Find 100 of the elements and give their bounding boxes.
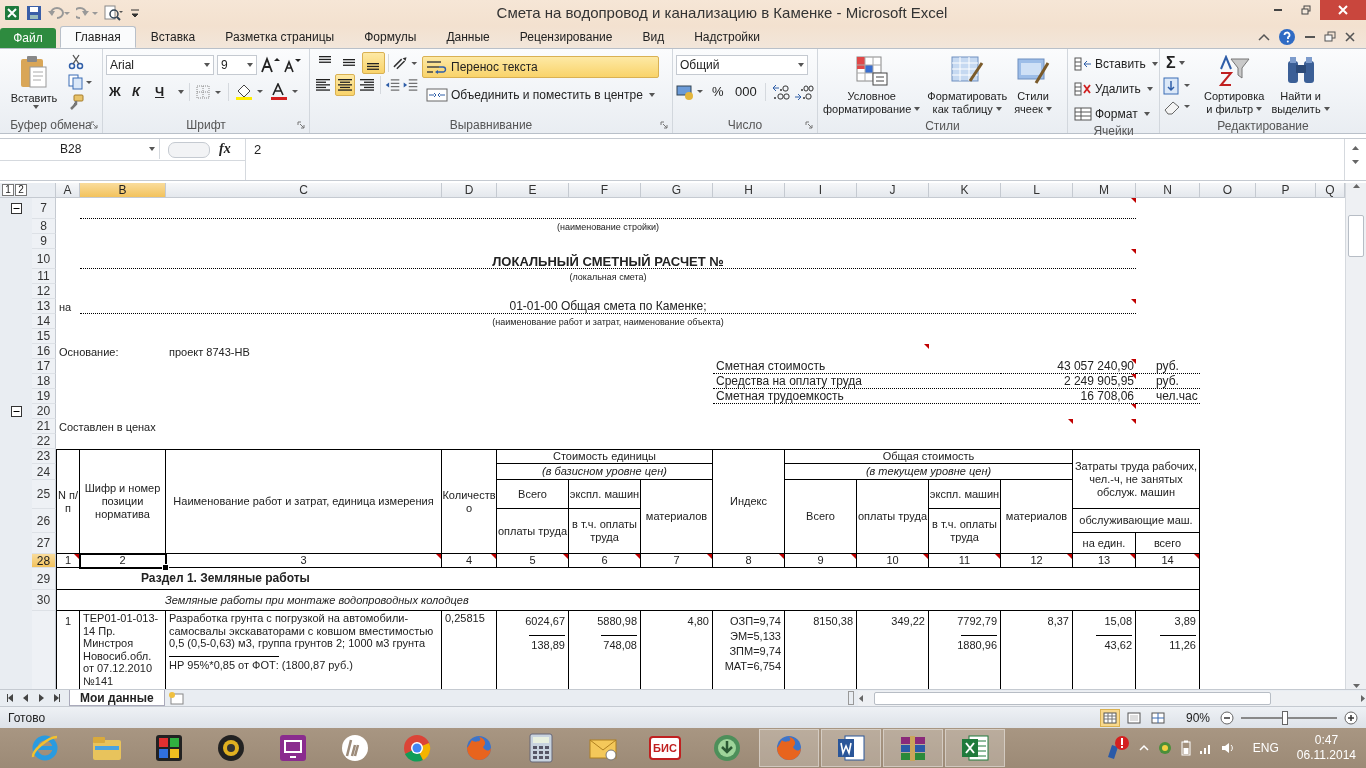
network-icon[interactable] (1156, 740, 1173, 757)
scrollbar-thumb[interactable] (1348, 215, 1364, 258)
print-preview-icon[interactable] (104, 4, 124, 21)
italic-button[interactable]: К (129, 80, 149, 103)
caret-icon[interactable] (149, 146, 155, 151)
dialog-launcher-icon[interactable] (660, 120, 668, 129)
row-header[interactable]: 21 (32, 419, 56, 435)
collapse-group-icon[interactable] (10, 203, 22, 215)
row-header[interactable]: 27 (32, 533, 56, 555)
fill-color-icon[interactable] (234, 82, 266, 101)
sheet-tab[interactable]: Мои данные (69, 690, 165, 707)
row-header[interactable]: 24 (32, 464, 56, 481)
row-header[interactable]: 28 (32, 554, 56, 569)
formula-bar-divider-handle[interactable] (168, 141, 210, 158)
outline-level-button[interactable]: 1 (2, 184, 14, 197)
column-header[interactable]: G (641, 183, 713, 199)
currency-icon[interactable] (676, 82, 706, 101)
column-header[interactable]: E (497, 183, 569, 199)
dialog-launcher-icon[interactable] (90, 120, 98, 129)
row-header[interactable]: 12 (32, 284, 56, 300)
row-header[interactable]: 10 (32, 249, 56, 270)
column-header[interactable]: M (1073, 183, 1136, 199)
sheet-nav-icon[interactable] (6, 693, 16, 704)
ribbon-tab[interactable]: Вид (627, 25, 680, 48)
row-header[interactable]: 9 (32, 234, 56, 250)
horizontal-scrollbar[interactable] (858, 690, 1366, 706)
merge-center-button[interactable]: Объединить и поместить в центре (422, 83, 659, 106)
ribbon-tab[interactable]: Данные (431, 25, 505, 48)
excel-logo-icon[interactable] (4, 4, 20, 21)
sheet-nav-icon[interactable] (36, 693, 46, 704)
battery-icon[interactable] (1180, 740, 1191, 757)
row-header[interactable]: 18 (32, 374, 56, 390)
decrease-indent-icon[interactable] (383, 76, 401, 93)
column-header[interactable]: B (80, 183, 166, 199)
row-header[interactable]: 16 (32, 344, 56, 360)
column-header[interactable]: P (1256, 183, 1316, 199)
font-size-field[interactable]: 9 (217, 54, 257, 75)
ribbon-tab[interactable]: Надстройки (679, 25, 775, 48)
sheet-nav-icon[interactable] (21, 693, 31, 704)
scroll-left-icon[interactable] (858, 693, 864, 703)
vertical-scrollbar[interactable] (1345, 183, 1366, 690)
editing-button[interactable]: Найти и выделить (1269, 51, 1332, 119)
taskbar-button[interactable]: БИС (635, 729, 695, 768)
row-header[interactable]: 19 (32, 389, 56, 405)
row-header[interactable]: 11 (32, 269, 56, 285)
dialog-launcher-icon[interactable] (297, 120, 305, 129)
row-header[interactable]: 8 (32, 219, 56, 235)
row-header[interactable]: 30 (32, 590, 56, 612)
grow-font-icon[interactable] (260, 55, 280, 74)
sheet-nav-icon[interactable] (51, 693, 61, 704)
formula-input-field[interactable]: 2 (245, 138, 1344, 181)
decrease-decimal-icon[interactable] (793, 82, 814, 101)
dialog-launcher-icon[interactable] (805, 120, 813, 129)
row-header[interactable]: 13 (32, 299, 56, 315)
taskbar-button[interactable] (821, 729, 881, 768)
autosum-button[interactable]: Σ (1163, 51, 1199, 74)
text-orientation-icon[interactable] (391, 54, 419, 71)
column-header[interactable]: C (166, 183, 442, 199)
ribbon-tab[interactable]: Формулы (349, 25, 432, 48)
cells-button[interactable]: Вставить (1071, 54, 1161, 74)
scroll-up-icon[interactable] (1351, 144, 1360, 151)
close-button[interactable] (1320, 0, 1366, 20)
row-header[interactable]: 14 (32, 314, 56, 330)
thousands-button[interactable]: 000 (732, 80, 760, 103)
column-header[interactable]: D (442, 183, 497, 199)
style-button[interactable]: Стили ячеек (1012, 51, 1054, 119)
save-icon[interactable] (26, 4, 42, 21)
zoom-out-icon[interactable] (1220, 710, 1234, 725)
zoom-level-text[interactable]: 90% (1185, 710, 1210, 725)
insert-function-button[interactable]: fx (218, 138, 232, 159)
font-family-field[interactable]: Arial (106, 54, 214, 75)
number-format-field[interactable]: Общий (676, 54, 808, 75)
cells-button[interactable]: Формат (1071, 104, 1153, 124)
name-box[interactable]: B28 (0, 138, 160, 159)
bold-button[interactable]: Ж (106, 80, 126, 103)
column-header[interactable]: N (1136, 183, 1200, 199)
format-painter-icon[interactable] (68, 93, 84, 110)
row-header[interactable]: 20 (32, 404, 56, 420)
wrap-text-button[interactable]: Перенос текста (422, 55, 659, 78)
horizontal-align-button[interactable] (334, 73, 356, 96)
row-header[interactable]: 22 (32, 434, 56, 450)
column-header[interactable]: A (56, 183, 80, 199)
restore-icon[interactable] (1324, 30, 1336, 43)
file-tab[interactable]: Файл (0, 27, 56, 48)
column-header[interactable]: J (857, 183, 929, 199)
style-button[interactable]: Форматировать как таблицу (925, 51, 1010, 119)
split-handle[interactable] (848, 691, 854, 706)
increase-indent-icon[interactable] (401, 76, 419, 93)
row-header[interactable]: 7 (32, 198, 56, 220)
column-header[interactable]: L (1001, 183, 1073, 199)
column-header[interactable]: H (713, 183, 785, 199)
collapse-ribbon-icon[interactable] (1258, 31, 1270, 42)
zoom-in-icon[interactable] (1344, 710, 1358, 725)
row-header[interactable]: 15 (32, 329, 56, 345)
row-header[interactable]: 25 (32, 480, 56, 510)
increase-decimal-icon[interactable] (770, 82, 791, 101)
column-header[interactable]: F (569, 183, 641, 199)
ribbon-tab[interactable]: Главная (60, 25, 136, 48)
taskbar-button[interactable] (945, 729, 1005, 768)
row-header[interactable]: 26 (32, 509, 56, 534)
